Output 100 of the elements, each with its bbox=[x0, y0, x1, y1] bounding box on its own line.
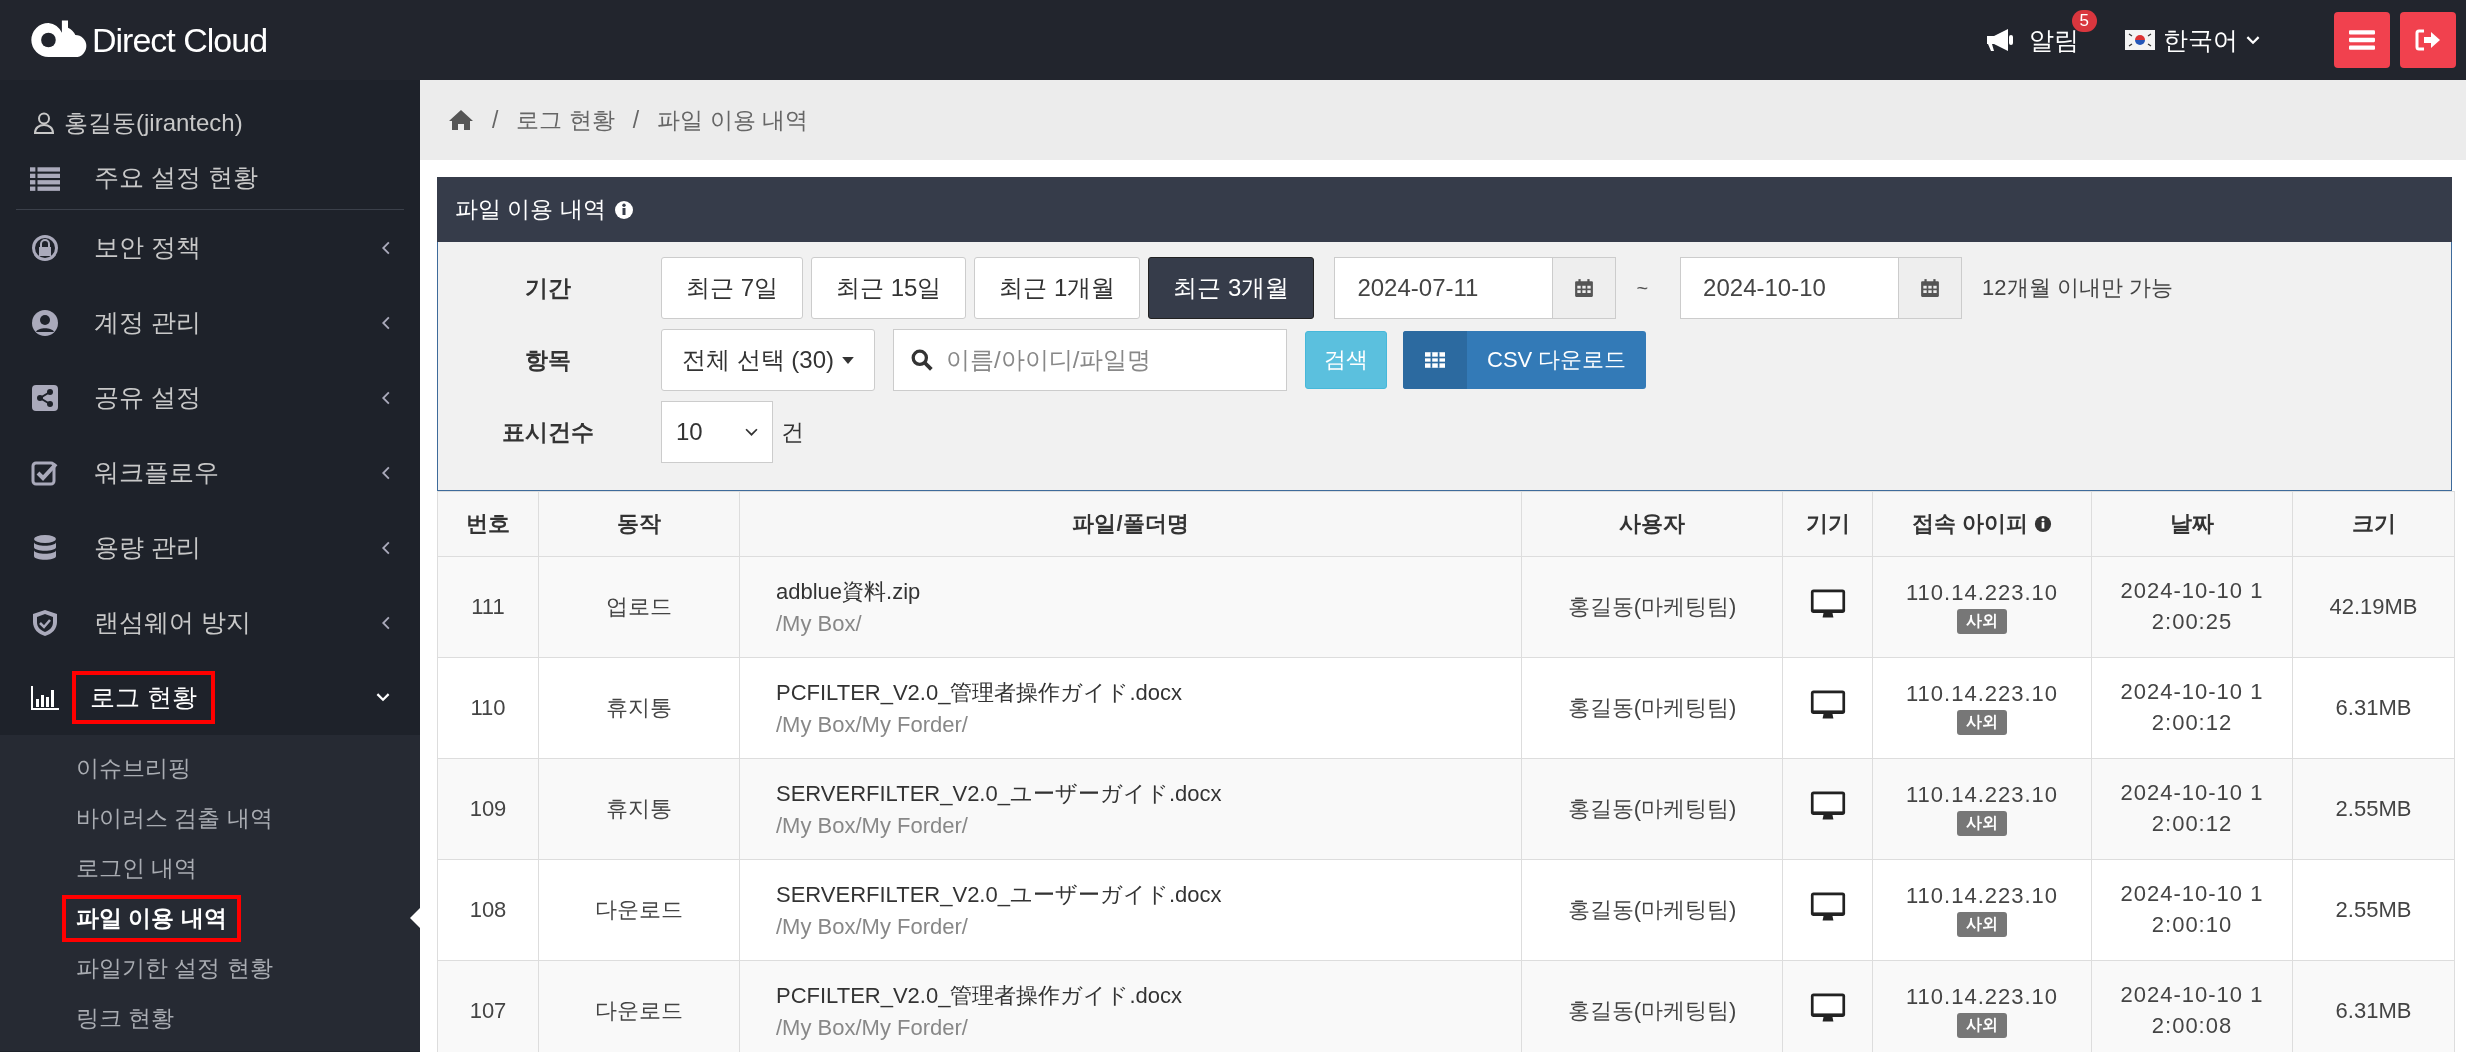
ip-address: 110.14.223.10 bbox=[1904, 984, 2060, 1010]
user-circle-icon bbox=[30, 308, 60, 337]
breadcrumb-separator: / bbox=[632, 106, 640, 134]
sidebar-item[interactable]: 주요 설정 현황 bbox=[16, 146, 404, 210]
panel-title: 파일 이용 내역 bbox=[455, 195, 606, 224]
file-path: /My Box/ bbox=[776, 611, 863, 637]
sidebar-item[interactable]: 워크플로우 bbox=[0, 435, 420, 510]
table-cell: 업로드 bbox=[538, 556, 740, 658]
period-button[interactable]: 최근 3개월 bbox=[1148, 257, 1315, 319]
filter-label: 항목 bbox=[524, 345, 572, 375]
column-header: 접속 아이피 bbox=[1911, 510, 2029, 538]
csv-download-button[interactable]: CSV 다운로드 bbox=[1403, 331, 1647, 389]
count-select[interactable]: 10 bbox=[661, 401, 773, 463]
flag-icon bbox=[2125, 30, 2155, 50]
home-icon[interactable] bbox=[448, 109, 474, 131]
submenu-item[interactable]: 파일 이용 내역 bbox=[62, 894, 241, 942]
table-cell: 107 bbox=[437, 960, 539, 1052]
period-button[interactable]: 최근 7일 bbox=[661, 257, 803, 319]
table-cell: 6.31MB bbox=[2292, 657, 2455, 759]
location-tag: 사외 bbox=[1957, 710, 2007, 735]
file-name: PCFILTER_V2.0_管理者操作ガイド.docx bbox=[776, 679, 1184, 707]
table-cell: 110 bbox=[437, 657, 539, 759]
period-button[interactable]: 최근 1개월 bbox=[974, 257, 1141, 319]
table-cell: 2024-10-10 12:00:10 bbox=[2091, 859, 2293, 961]
breadcrumb-item: 파일 이용 내역 bbox=[657, 105, 808, 135]
table-cell: 휴지통 bbox=[538, 657, 740, 759]
shield-icon bbox=[30, 608, 60, 637]
table-cell: 홍길동(마케팅팀) bbox=[1521, 556, 1783, 658]
location-tag: 사외 bbox=[1957, 811, 2007, 836]
table-cell: 2024-10-10 12:00:12 bbox=[2091, 657, 2293, 759]
calendar-icon[interactable] bbox=[1898, 258, 1962, 318]
column-header: 사용자 bbox=[1619, 510, 1685, 538]
language-selector[interactable]: 한국어 bbox=[2163, 23, 2238, 57]
table-cell: 6.31MB bbox=[2292, 960, 2455, 1052]
table-cell: 홍길동(마케팅팀) bbox=[1521, 859, 1783, 961]
filter-label: 표시건수 bbox=[501, 417, 595, 447]
ip-address: 110.14.223.10 bbox=[1904, 883, 2060, 909]
logout-button[interactable] bbox=[2400, 12, 2456, 68]
file-name: SERVERFILTER_V2.0_ユーザーガイド.docx bbox=[776, 780, 1223, 808]
column-header: 파일/폴더명 bbox=[1072, 510, 1189, 538]
table-cell: 다운로드 bbox=[538, 960, 740, 1052]
caret-icon[interactable] bbox=[842, 356, 854, 364]
table-cell: 108 bbox=[437, 859, 539, 961]
table-cell: 2024-10-10 12:00:08 bbox=[2091, 960, 2293, 1052]
location-tag: 사외 bbox=[1957, 609, 2007, 634]
sidebar-item[interactable]: 보안 정책 bbox=[0, 210, 420, 285]
chevron-down-icon bbox=[376, 693, 390, 702]
column-header: 기기 bbox=[1805, 510, 1850, 538]
file-name: adblue資料.zip bbox=[776, 578, 922, 606]
sidebar-item[interactable]: 로그 현황 bbox=[0, 660, 420, 735]
chevron-down-icon[interactable] bbox=[745, 427, 758, 437]
calendar-icon[interactable] bbox=[1552, 258, 1616, 318]
start-date-field[interactable]: 2024-07-11 bbox=[1334, 257, 1617, 319]
share-icon bbox=[30, 383, 60, 412]
table-cell: 2.55MB bbox=[2292, 758, 2455, 860]
table-cell: 2024-10-10 12:00:12 bbox=[2091, 758, 2293, 860]
chevron-left-icon bbox=[381, 315, 390, 330]
sidebar-item[interactable]: 용량 관리 bbox=[0, 510, 420, 585]
file-name: PCFILTER_V2.0_管理者操作ガイド.docx bbox=[776, 982, 1184, 1010]
sidebar-item[interactable]: 랜섬웨어 방지 bbox=[0, 585, 420, 660]
monitor-icon bbox=[1809, 689, 1846, 721]
table-cell: 2.55MB bbox=[2292, 859, 2455, 961]
sidebar-item[interactable]: 계정 관리 bbox=[0, 285, 420, 360]
breadcrumb-item[interactable]: 로그 현황 bbox=[516, 104, 615, 136]
file-path: /My Box/My Forder/ bbox=[776, 813, 969, 839]
file-path: /My Box/My Forder/ bbox=[776, 914, 969, 940]
submenu-item[interactable]: 이슈브리핑 bbox=[76, 752, 191, 784]
end-date-field[interactable]: 2024-10-10 bbox=[1680, 257, 1963, 319]
info-icon[interactable] bbox=[613, 199, 634, 220]
menu-button[interactable] bbox=[2334, 12, 2390, 68]
logo-text: Direct Cloud bbox=[92, 20, 268, 60]
search-field[interactable]: 이름/아이디/파일명 bbox=[893, 329, 1287, 391]
count-unit: 건 bbox=[781, 417, 804, 447]
sidebar-item[interactable]: 공유 설정 bbox=[0, 360, 420, 435]
chevron-left-icon bbox=[381, 240, 390, 255]
column-header: 날짜 bbox=[2170, 510, 2214, 538]
table-cell: 109 bbox=[437, 758, 539, 860]
table-cell: 다운로드 bbox=[538, 859, 740, 961]
submenu-item[interactable]: 로그인 내역 bbox=[76, 852, 198, 884]
lock-icon bbox=[30, 233, 60, 262]
table-cell: 홍길동(마케팅팀) bbox=[1521, 657, 1783, 759]
submenu-item[interactable]: 파일기한 설정 현황 bbox=[76, 952, 273, 984]
logout-icon[interactable] bbox=[2415, 29, 2441, 51]
submenu-item[interactable]: 링크 현황 bbox=[76, 1002, 175, 1034]
item-select[interactable]: 전체 선택 (30) bbox=[661, 329, 875, 391]
table-cell: 2024-10-10 12:00:25 bbox=[2091, 556, 2293, 658]
table-cell: 휴지통 bbox=[538, 758, 740, 860]
period-button[interactable]: 최근 15일 bbox=[811, 257, 967, 319]
info-icon[interactable] bbox=[2034, 515, 2053, 533]
menu-icon[interactable] bbox=[2349, 29, 2375, 51]
table-icon[interactable] bbox=[1425, 352, 1445, 368]
submenu-item[interactable]: 바이러스 검출 내역 bbox=[76, 802, 273, 834]
table-cell: 111 bbox=[437, 556, 539, 658]
megaphone-icon[interactable] bbox=[1985, 27, 2015, 53]
chevron-left-icon bbox=[381, 615, 390, 630]
date-separator: ~ bbox=[1636, 276, 1649, 300]
table-cell: 홍길동(마케팅팀) bbox=[1521, 758, 1783, 860]
column-header: 크기 bbox=[2351, 510, 2396, 538]
ip-address: 110.14.223.10 bbox=[1904, 580, 2060, 606]
monitor-icon bbox=[1809, 891, 1846, 923]
